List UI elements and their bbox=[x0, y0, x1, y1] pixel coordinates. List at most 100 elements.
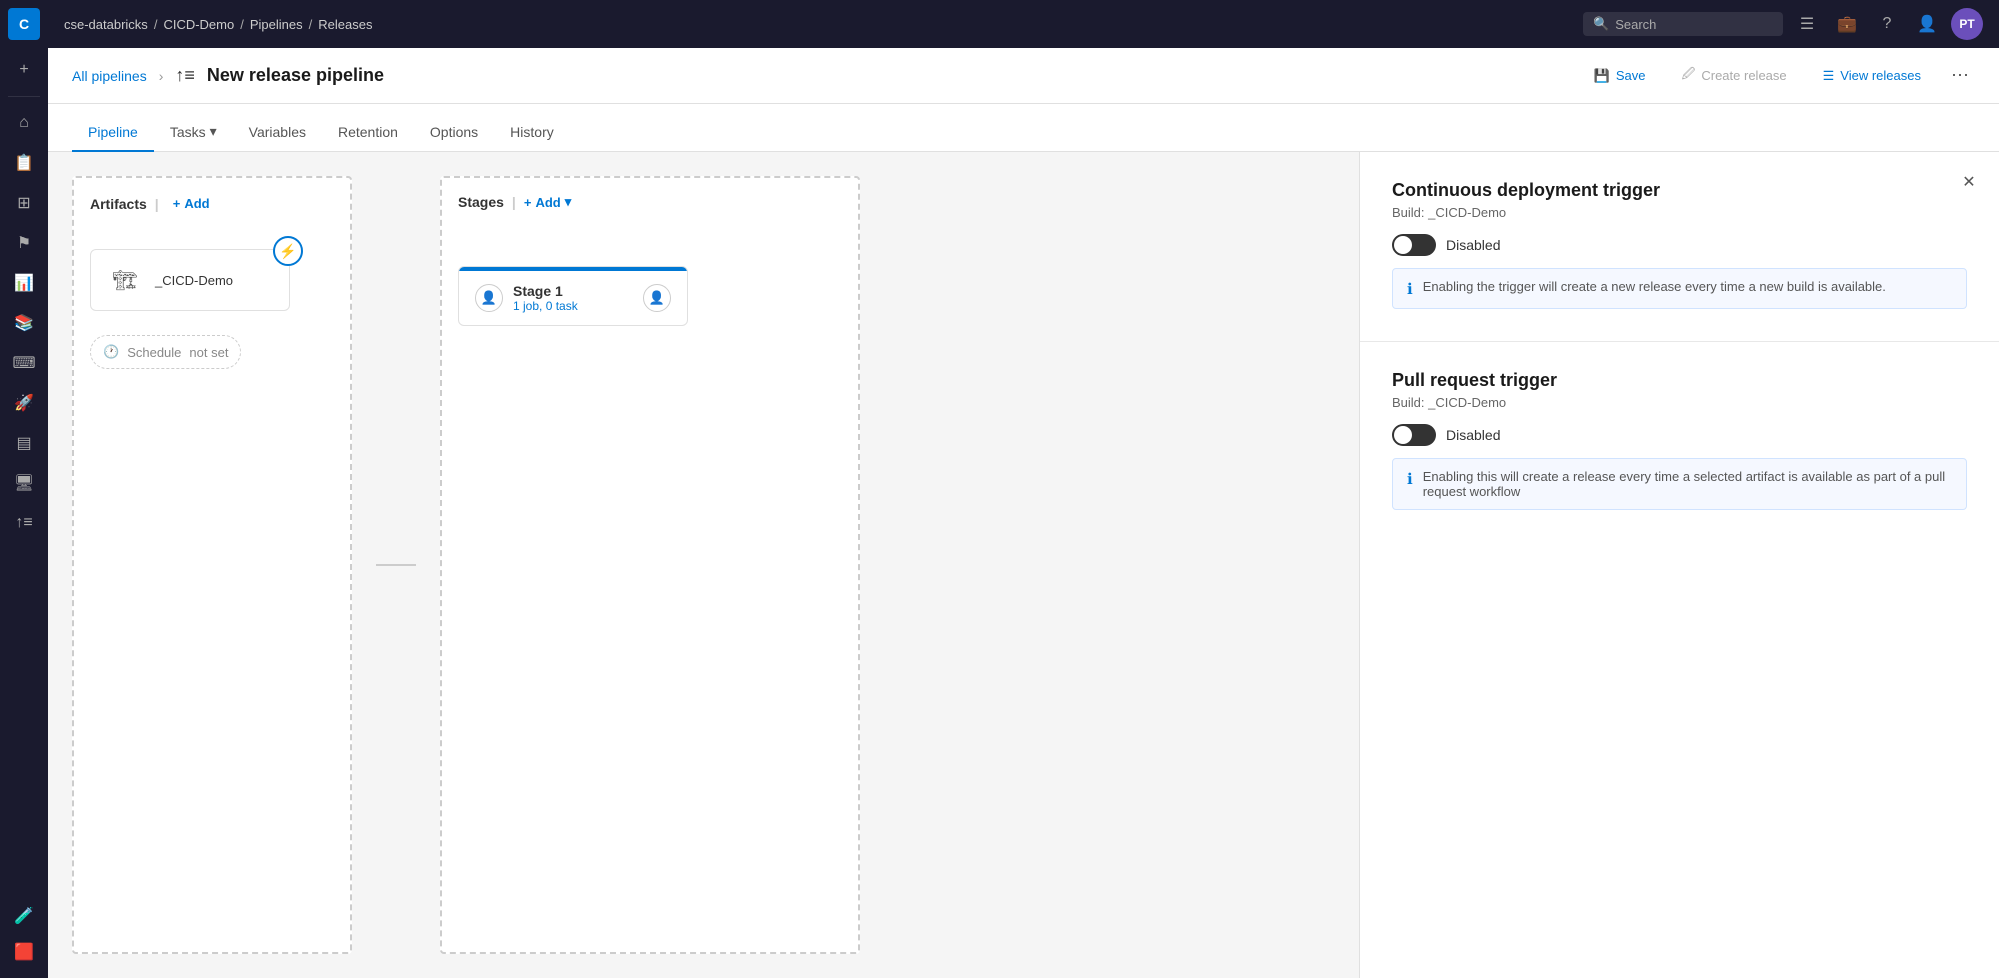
breadcrumb-pipelines[interactable]: Pipelines bbox=[250, 17, 303, 32]
pr-trigger-info-box: ℹ Enabling this will create a release ev… bbox=[1392, 458, 1967, 510]
stages-title: Stages bbox=[458, 194, 504, 210]
flag-icon[interactable]: ⚑ bbox=[6, 225, 42, 261]
breadcrumb-org[interactable]: cse-databricks bbox=[64, 17, 148, 32]
cd-trigger-toggle-label: Disabled bbox=[1446, 237, 1500, 253]
tab-options[interactable]: Options bbox=[414, 114, 494, 152]
view-releases-label: View releases bbox=[1840, 68, 1921, 83]
artifacts-header: Artifacts | + Add bbox=[90, 194, 334, 213]
home-icon[interactable]: ⌂ bbox=[6, 105, 42, 141]
sidebar: C + ⌂ 📋 ⊞ ⚑ 📊 📚 ⌨ 🚀 ▤ 🖥 ↑≡ 🧪 🟥 bbox=[0, 0, 48, 978]
artifact-icon: 🏗 bbox=[107, 262, 143, 298]
pr-trigger-toggle-label: Disabled bbox=[1446, 427, 1500, 443]
breadcrumb-releases[interactable]: Releases bbox=[318, 17, 372, 32]
avatar[interactable]: PT bbox=[1951, 8, 1983, 40]
schedule-sublabel: not set bbox=[189, 345, 228, 360]
add-icon[interactable]: + bbox=[6, 52, 42, 88]
tab-retention[interactable]: Retention bbox=[322, 114, 414, 152]
stages-content: 👤 Stage 1 1 job, 0 task 👤 bbox=[458, 226, 842, 326]
right-panel: ✕ Continuous deployment trigger Build: _… bbox=[1359, 152, 1999, 978]
stage-info: Stage 1 1 job, 0 task bbox=[513, 283, 633, 313]
artifact-name: _CICD-Demo bbox=[155, 273, 233, 288]
sidebar-divider bbox=[8, 96, 40, 97]
view-releases-icon: ☰ bbox=[1823, 68, 1835, 84]
schedule-label: Schedule bbox=[127, 345, 181, 360]
document-icon[interactable]: 📋 bbox=[6, 145, 42, 181]
tab-tasks[interactable]: Tasks ▾ bbox=[154, 113, 233, 152]
add-stage-button[interactable]: + Add ▾ bbox=[524, 194, 571, 210]
artifact-trigger-button[interactable]: ⚡ bbox=[273, 236, 303, 266]
page-title: New release pipeline bbox=[207, 65, 384, 86]
cd-trigger-section: Continuous deployment trigger Build: _CI… bbox=[1392, 180, 1967, 309]
stages-section: Stages | + Add ▾ 👤 Stage 1 bbox=[440, 176, 860, 954]
create-release-button[interactable]: 🖉 Create release bbox=[1670, 59, 1799, 93]
breadcrumb-project[interactable]: CICD-Demo bbox=[163, 17, 234, 32]
artifacts-title: Artifacts bbox=[90, 196, 147, 212]
chart-icon[interactable]: 📊 bbox=[6, 265, 42, 301]
stages-header: Stages | + Add ▾ bbox=[458, 194, 842, 210]
briefcase-icon[interactable]: 💼 bbox=[1831, 8, 1863, 40]
pipeline-canvas: Artifacts | + Add 🏗 _CICD-Demo ⚡ 🕐 bbox=[48, 152, 1359, 978]
cd-trigger-info-box: ℹ Enabling the trigger will create a new… bbox=[1392, 268, 1967, 309]
tab-history[interactable]: History bbox=[494, 114, 570, 152]
schedule-icon: 🕐 bbox=[103, 344, 119, 360]
breadcrumb: cse-databricks / CICD-Demo / Pipelines /… bbox=[64, 17, 372, 32]
header-breadcrumb-sep: › bbox=[159, 68, 164, 84]
cd-trigger-toggle-row: Disabled bbox=[1392, 234, 1967, 256]
stage-subtitle[interactable]: 1 job, 0 task bbox=[513, 299, 633, 313]
pr-trigger-toggle[interactable] bbox=[1392, 424, 1436, 446]
tab-pipeline[interactable]: Pipeline bbox=[72, 114, 154, 152]
view-releases-button[interactable]: ☰ View releases bbox=[1811, 62, 1933, 90]
cd-trigger-build: Build: _CICD-Demo bbox=[1392, 205, 1967, 220]
tabs-bar: Pipeline Tasks ▾ Variables Retention Opt… bbox=[48, 104, 1999, 152]
save-button[interactable]: 💾 Save bbox=[1582, 62, 1658, 90]
pr-trigger-build: Build: _CICD-Demo bbox=[1392, 395, 1967, 410]
cd-trigger-title: Continuous deployment trigger bbox=[1392, 180, 1967, 201]
add-artifact-button[interactable]: + Add bbox=[167, 194, 216, 213]
stage-card: 👤 Stage 1 1 job, 0 task 👤 bbox=[458, 266, 688, 326]
monitor-icon[interactable]: 🖥 bbox=[6, 465, 42, 501]
page-header: All pipelines › ↑≡ New release pipeline … bbox=[48, 48, 1999, 104]
panel-close-button[interactable]: ✕ bbox=[1955, 168, 1983, 196]
cd-trigger-toggle[interactable] bbox=[1392, 234, 1436, 256]
create-release-icon: 🖉 bbox=[1682, 65, 1696, 87]
user-icon[interactable]: 👤 bbox=[1911, 8, 1943, 40]
pr-trigger-section: Pull request trigger Build: _CICD-Demo D… bbox=[1392, 370, 1967, 510]
create-release-label: Create release bbox=[1701, 68, 1786, 83]
help-icon[interactable]: ? bbox=[1871, 8, 1903, 40]
library-icon[interactable]: ▤ bbox=[6, 425, 42, 461]
artifacts-content: 🏗 _CICD-Demo ⚡ 🕐 Schedule not set bbox=[90, 229, 334, 369]
panel-divider bbox=[1360, 341, 1999, 342]
box-red-icon[interactable]: 🟥 bbox=[6, 934, 42, 970]
top-nav: cse-databricks / CICD-Demo / Pipelines /… bbox=[48, 0, 1999, 48]
schedule-card[interactable]: 🕐 Schedule not set bbox=[90, 335, 241, 369]
tab-variables[interactable]: Variables bbox=[233, 114, 322, 152]
more-button[interactable]: ⋯ bbox=[1945, 59, 1975, 92]
sidebar-logo[interactable]: C bbox=[8, 8, 40, 40]
nav-icons: ☰ 💼 ? 👤 PT bbox=[1791, 8, 1983, 40]
grid-icon[interactable]: ⊞ bbox=[6, 185, 42, 221]
artifact-card[interactable]: 🏗 _CICD-Demo ⚡ bbox=[90, 249, 290, 311]
pr-trigger-info-text: Enabling this will create a release ever… bbox=[1423, 469, 1952, 499]
code-icon[interactable]: ⌨ bbox=[6, 345, 42, 381]
tasks-dropdown-icon: ▾ bbox=[210, 123, 217, 140]
pr-trigger-title: Pull request trigger bbox=[1392, 370, 1967, 391]
cd-info-icon: ℹ bbox=[1407, 280, 1413, 298]
stage-post-approver-icon[interactable]: 👤 bbox=[643, 284, 671, 312]
pr-trigger-toggle-row: Disabled bbox=[1392, 424, 1967, 446]
content-area: Artifacts | + Add 🏗 _CICD-Demo ⚡ 🕐 bbox=[48, 152, 1999, 978]
all-pipelines-link[interactable]: All pipelines bbox=[72, 68, 147, 84]
stage-pre-approver-icon[interactable]: 👤 bbox=[475, 284, 503, 312]
cd-toggle-knob bbox=[1394, 236, 1412, 254]
layers-icon[interactable]: ↑≡ bbox=[6, 505, 42, 541]
search-box[interactable]: 🔍 Search bbox=[1583, 12, 1783, 36]
list-view-icon[interactable]: ☰ bbox=[1791, 8, 1823, 40]
artifacts-section: Artifacts | + Add 🏗 _CICD-Demo ⚡ 🕐 bbox=[72, 176, 352, 954]
pr-toggle-knob bbox=[1394, 426, 1412, 444]
main-content: cse-databricks / CICD-Demo / Pipelines /… bbox=[48, 0, 1999, 978]
search-icon: 🔍 bbox=[1593, 16, 1609, 32]
page-title-icon: ↑≡ bbox=[175, 65, 195, 86]
deploy-icon[interactable]: 🚀 bbox=[6, 385, 42, 421]
book-icon[interactable]: 📚 bbox=[6, 305, 42, 341]
flask-icon[interactable]: 🧪 bbox=[6, 898, 42, 934]
sidebar-bottom: 🧪 🟥 bbox=[6, 898, 42, 970]
